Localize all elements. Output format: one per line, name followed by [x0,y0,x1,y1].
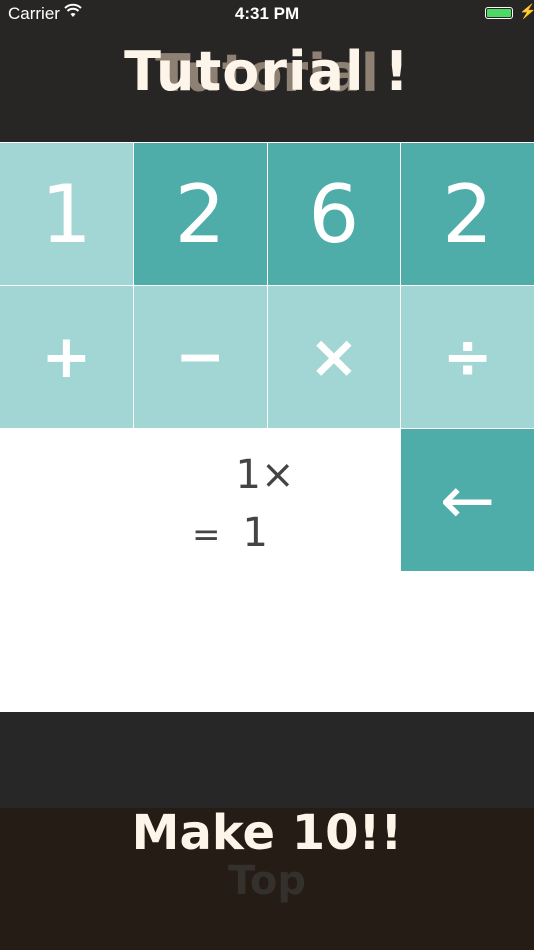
plus-button[interactable]: + [0,286,133,428]
page-title: Tutorial ! [124,40,410,103]
multiply-button[interactable]: × [267,286,401,428]
operator-tiles-row: + − × ÷ [0,286,534,428]
footer-title: Make 10!! [131,805,403,861]
number-tiles-row: 1 2 6 2 [0,143,534,285]
expression-display: 1× = 1 [0,428,400,712]
result-line: = 1 [0,510,400,556]
status-bar: Carrier 4:31 PM ⚡ [0,0,534,28]
expression-line: 1× [235,452,295,498]
charging-bolt-icon: ⚡ [519,3,534,19]
top-button[interactable]: Top [0,858,534,904]
number-tile-3[interactable]: 6 [267,143,401,285]
minus-button[interactable]: − [133,286,267,428]
battery-icon [485,7,513,19]
footer-upper [0,712,534,808]
number-tile-1[interactable]: 1 [0,143,133,285]
result-value: 1 [242,510,268,556]
backspace-button[interactable]: ← [401,429,534,571]
equals-sign: = [192,515,221,555]
number-tile-4[interactable]: 2 [401,143,534,285]
back-arrow-icon: ← [439,461,496,539]
number-tile-2[interactable]: 2 [133,143,267,285]
status-time: 4:31 PM [234,4,300,23]
divide-button[interactable]: ÷ [401,286,534,428]
